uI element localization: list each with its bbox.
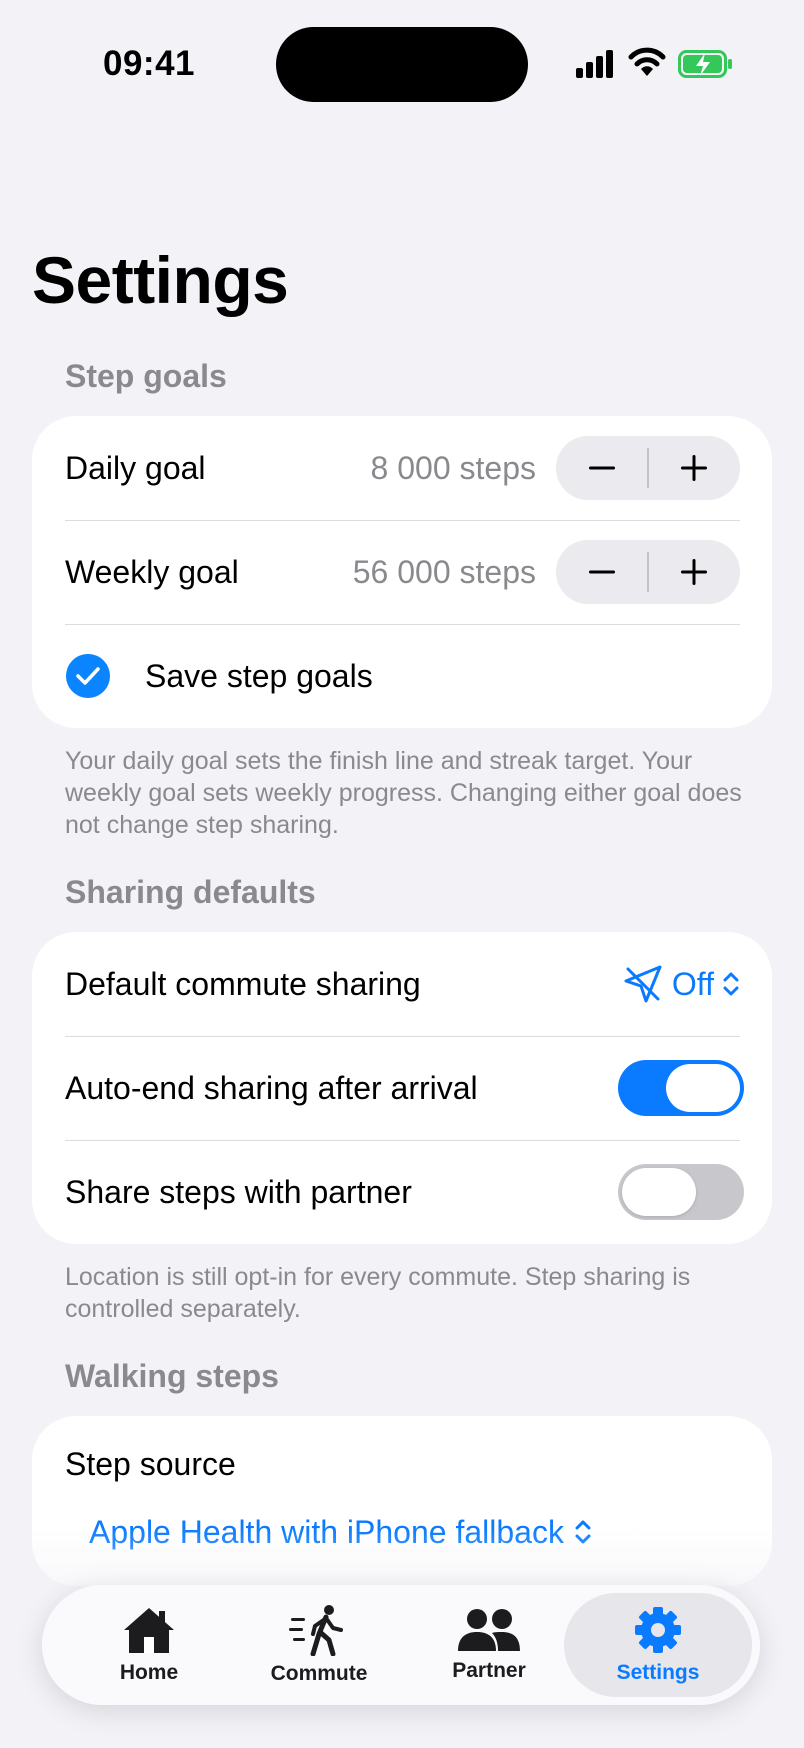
- tab-commute-label: Commute: [270, 1662, 368, 1685]
- save-step-goals-label: Save step goals: [145, 657, 373, 694]
- location-slash-icon: [624, 965, 662, 1003]
- page-title: Settings: [32, 243, 289, 317]
- weekly-goal-decrement-button[interactable]: [556, 540, 648, 604]
- tab-partner[interactable]: Partner: [404, 1585, 574, 1705]
- step-goals-card: Daily goal 8 000 steps Weekly goal 56 00…: [32, 416, 772, 728]
- section-header-sharing-defaults: Sharing defaults: [65, 874, 316, 910]
- weekly-goal-label: Weekly goal: [65, 553, 239, 590]
- tab-partner-label: Partner: [452, 1659, 526, 1682]
- daily-goal-increment-button[interactable]: [648, 436, 740, 500]
- daily-goal-value: 8 000 steps: [370, 449, 536, 486]
- commute-sharing-value: Off: [671, 965, 714, 1002]
- toggle-knob: [666, 1064, 740, 1112]
- minus-icon: [589, 570, 615, 574]
- stepper-divider: [647, 552, 649, 592]
- weekly-goal-row: Weekly goal 56 000 steps: [65, 520, 772, 624]
- share-steps-label: Share steps with partner: [65, 1173, 412, 1210]
- tab-home[interactable]: Home: [64, 1585, 234, 1705]
- wifi-icon: [628, 47, 666, 76]
- sharing-defaults-footer: Location is still opt-in for every commu…: [65, 1263, 691, 1323]
- step-goals-footer: Your daily goal sets the finish line and…: [65, 747, 742, 839]
- tab-bar: Home Commute Partner Settings: [42, 1585, 760, 1705]
- tab-commute[interactable]: Commute: [234, 1585, 404, 1705]
- auto-end-sharing-row: Auto-end sharing after arrival: [65, 1036, 772, 1140]
- daily-goal-decrement-button[interactable]: [556, 436, 648, 500]
- chevron-up-down-icon: [723, 972, 739, 996]
- tab-settings[interactable]: Settings: [564, 1593, 752, 1697]
- status-time: 09:41: [103, 44, 196, 83]
- daily-goal-label: Daily goal: [65, 449, 206, 486]
- share-steps-row: Share steps with partner: [65, 1140, 772, 1244]
- people-icon: [458, 1609, 520, 1651]
- commute-sharing-picker[interactable]: Off: [622, 963, 740, 1005]
- section-header-step-goals: Step goals: [65, 358, 227, 394]
- tab-home-label: Home: [119, 1661, 179, 1684]
- walking-icon: [289, 1605, 343, 1656]
- dynamic-island: [276, 27, 528, 102]
- plus-icon: [681, 455, 707, 481]
- auto-end-sharing-toggle[interactable]: [618, 1060, 744, 1116]
- toggle-knob: [622, 1168, 696, 1216]
- plus-icon: [681, 559, 707, 585]
- sharing-defaults-card: Default commute sharing Off Auto-end sha…: [32, 932, 772, 1244]
- step-source-label: Step source: [65, 1445, 236, 1482]
- tab-settings-label: Settings: [616, 1661, 700, 1684]
- weekly-goal-value: 56 000 steps: [352, 553, 536, 590]
- stepper-divider: [647, 448, 649, 488]
- save-step-goals-button[interactable]: Save step goals: [32, 624, 772, 728]
- auto-end-sharing-label: Auto-end sharing after arrival: [65, 1069, 478, 1106]
- gear-icon: [635, 1607, 681, 1653]
- weekly-goal-stepper: [556, 540, 740, 604]
- weekly-goal-increment-button[interactable]: [648, 540, 740, 604]
- minus-icon: [589, 466, 615, 470]
- default-commute-sharing-label: Default commute sharing: [65, 965, 421, 1002]
- default-commute-sharing-row: Default commute sharing Off: [65, 932, 772, 1036]
- cellular-signal-icon: [576, 50, 613, 78]
- daily-goal-row: Daily goal 8 000 steps: [65, 416, 772, 520]
- checkmark-circle-icon: [66, 654, 110, 698]
- battery-charging-icon: [678, 50, 732, 78]
- house-icon: [124, 1608, 174, 1653]
- daily-goal-stepper: [556, 436, 740, 500]
- share-steps-toggle[interactable]: [618, 1164, 744, 1220]
- section-header-walking-steps: Walking steps: [65, 1358, 279, 1394]
